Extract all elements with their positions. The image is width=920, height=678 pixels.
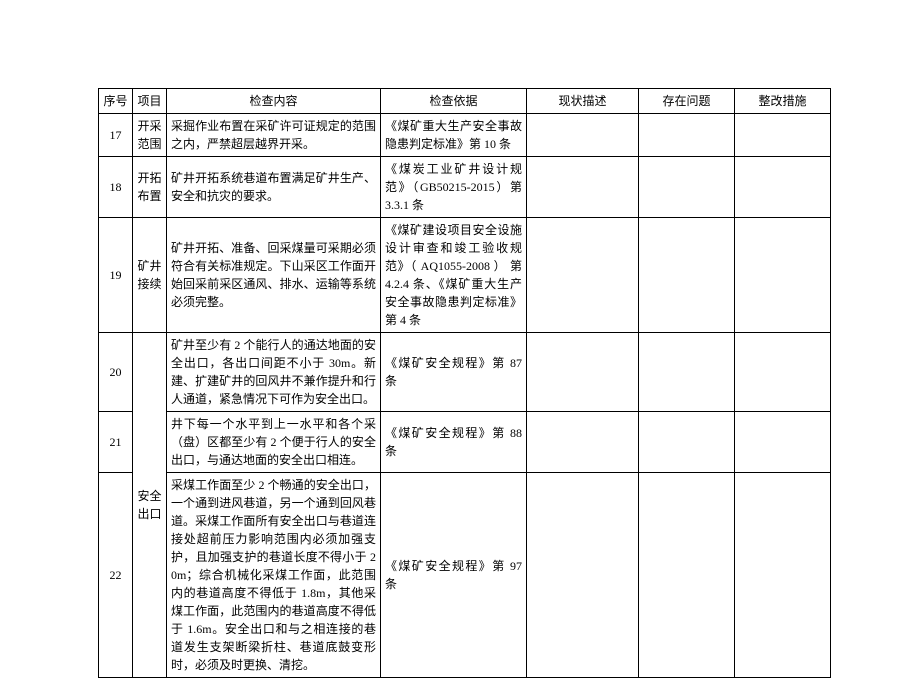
header-basis: 检查依据 (381, 89, 527, 114)
cell-issue (639, 157, 735, 218)
cell-content: 井下每一个水平到上一水平和各个采（盘）区都至少有 2 个便于行人的安全出口，与通… (167, 412, 381, 473)
cell-content: 采煤工作面至少 2 个畅通的安全出口，一个通到进风巷道，另一个通到回风巷道。采煤… (167, 473, 381, 678)
cell-measure (735, 333, 831, 412)
table-row: 19 矿井接续 矿井开拓、准备、回采煤量可采期必须符合有关标准规定。下山采区工作… (99, 218, 831, 333)
cell-content: 矿井开拓系统巷道布置满足矿井生产、安全和抗灾的要求。 (167, 157, 381, 218)
cell-content: 矿井至少有 2 个能行人的通达地面的安全出口，各出口间距不小于 30m。新建、扩… (167, 333, 381, 412)
cell-seq: 22 (99, 473, 133, 678)
header-issue: 存在问题 (639, 89, 735, 114)
cell-item: 开拓布置 (133, 157, 167, 218)
header-measure: 整改措施 (735, 89, 831, 114)
cell-status (527, 333, 639, 412)
cell-basis: 《煤炭工业矿井设计规范》（GB50215-2015）第 3.3.1 条 (381, 157, 527, 218)
inspection-table: 序号 项目 检查内容 检查依据 现状描述 存在问题 整改措施 17 开采范围 采… (98, 88, 831, 678)
cell-issue (639, 412, 735, 473)
cell-measure (735, 114, 831, 157)
header-seq: 序号 (99, 89, 133, 114)
cell-measure (735, 473, 831, 678)
cell-item: 矿井接续 (133, 218, 167, 333)
cell-measure (735, 412, 831, 473)
cell-issue (639, 114, 735, 157)
cell-measure (735, 218, 831, 333)
cell-status (527, 412, 639, 473)
cell-basis: 《煤矿安全规程》第 88 条 (381, 412, 527, 473)
cell-basis: 《煤矿重大生产安全事故隐患判定标准》第 10 条 (381, 114, 527, 157)
header-status: 现状描述 (527, 89, 639, 114)
cell-issue (639, 473, 735, 678)
table-row: 20 安全出口 矿井至少有 2 个能行人的通达地面的安全出口，各出口间距不小于 … (99, 333, 831, 412)
cell-seq: 21 (99, 412, 133, 473)
cell-measure (735, 157, 831, 218)
table-row: 22 采煤工作面至少 2 个畅通的安全出口，一个通到进风巷道，另一个通到回风巷道… (99, 473, 831, 678)
cell-seq: 17 (99, 114, 133, 157)
cell-basis: 《煤矿安全规程》第 87 条 (381, 333, 527, 412)
cell-seq: 20 (99, 333, 133, 412)
cell-status (527, 473, 639, 678)
table-row: 21 井下每一个水平到上一水平和各个采（盘）区都至少有 2 个便于行人的安全出口… (99, 412, 831, 473)
table-header-row: 序号 项目 检查内容 检查依据 现状描述 存在问题 整改措施 (99, 89, 831, 114)
header-item: 项目 (133, 89, 167, 114)
cell-content: 采掘作业布置在采矿许可证规定的范围之内，严禁超层越界开采。 (167, 114, 381, 157)
cell-basis: 《煤矿安全规程》第 97 条 (381, 473, 527, 678)
cell-status (527, 114, 639, 157)
table-row: 17 开采范围 采掘作业布置在采矿许可证规定的范围之内，严禁超层越界开采。 《煤… (99, 114, 831, 157)
cell-status (527, 157, 639, 218)
header-content: 检查内容 (167, 89, 381, 114)
table-row: 18 开拓布置 矿井开拓系统巷道布置满足矿井生产、安全和抗灾的要求。 《煤炭工业… (99, 157, 831, 218)
cell-status (527, 218, 639, 333)
cell-basis: 《煤矿建设项目安全设施设计审查和竣工验收规范》（ AQ1055-2008 ） 第… (381, 218, 527, 333)
cell-seq: 18 (99, 157, 133, 218)
cell-item: 开采范围 (133, 114, 167, 157)
cell-content: 矿井开拓、准备、回采煤量可采期必须符合有关标准规定。下山采区工作面开始回采前采区… (167, 218, 381, 333)
cell-seq: 19 (99, 218, 133, 333)
cell-item-group: 安全出口 (133, 333, 167, 678)
cell-issue (639, 333, 735, 412)
cell-issue (639, 218, 735, 333)
